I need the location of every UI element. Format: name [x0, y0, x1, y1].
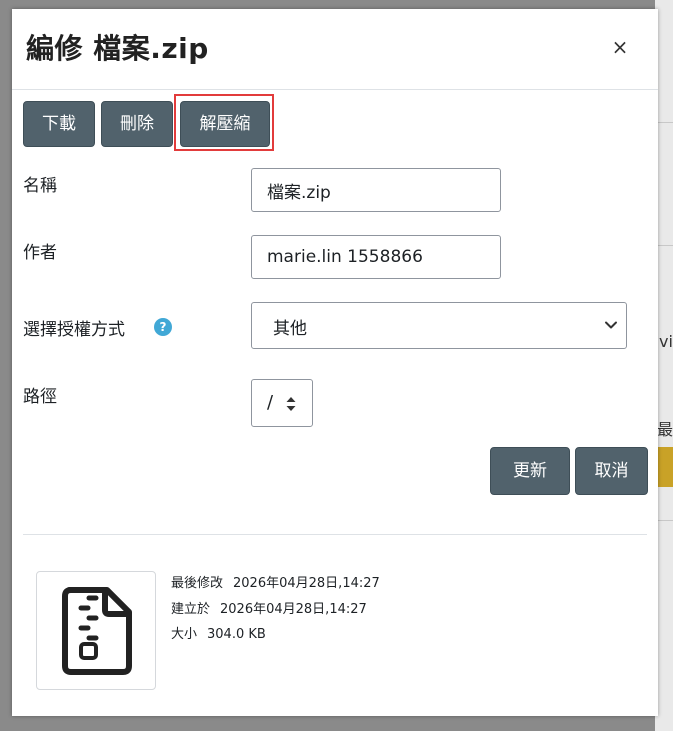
- modified-value: 2026年04月28日,14:27: [233, 576, 380, 591]
- modified-info: 最後修改 2026年04月28日,14:27: [171, 572, 380, 591]
- author-label: 作者: [23, 243, 57, 263]
- background-divider: [658, 245, 673, 246]
- download-button[interactable]: 下載: [23, 101, 95, 147]
- created-info: 建立於 2026年04月28日,14:27: [171, 598, 367, 617]
- path-label: 路徑: [23, 387, 57, 407]
- modified-label: 最後修改: [171, 576, 224, 591]
- update-button[interactable]: 更新: [490, 447, 570, 495]
- license-label: 選擇授權方式: [23, 320, 125, 340]
- dialog-title: 編修 檔案.zip: [26, 32, 209, 65]
- background-text-fragment: vi: [659, 332, 673, 351]
- created-value: 2026年04月28日,14:27: [220, 602, 367, 617]
- chevron-down-icon: [605, 321, 617, 329]
- created-label: 建立於: [171, 602, 211, 617]
- edit-file-dialog: 編修 檔案.zip × 下載 刪除 解壓縮 名稱 作者 選擇授權方式 ? 其他 …: [12, 9, 658, 716]
- help-icon[interactable]: ?: [154, 318, 172, 336]
- sort-arrows-icon: [286, 397, 296, 411]
- dialog-header: 編修 檔案.zip ×: [12, 9, 658, 90]
- author-input[interactable]: [251, 235, 501, 279]
- path-select-value: /: [267, 392, 274, 413]
- background-divider: [658, 520, 673, 521]
- name-input[interactable]: [251, 168, 501, 212]
- close-icon[interactable]: ×: [610, 35, 630, 59]
- name-label: 名稱: [23, 176, 57, 196]
- cancel-button[interactable]: 取消: [575, 447, 648, 495]
- size-label: 大小: [171, 627, 198, 642]
- background-text-fragment: 最: [657, 420, 673, 439]
- background-divider: [658, 122, 673, 123]
- unzip-highlight-box: [174, 94, 274, 151]
- zip-file-icon: [62, 587, 132, 675]
- delete-button[interactable]: 刪除: [101, 101, 173, 147]
- size-value: 304.0 KB: [207, 627, 266, 642]
- license-select-value: 其他: [273, 319, 307, 339]
- file-thumbnail: [36, 571, 156, 690]
- path-select[interactable]: /: [251, 379, 313, 427]
- section-divider: [23, 534, 647, 535]
- size-info: 大小 304.0 KB: [171, 623, 266, 642]
- license-select[interactable]: 其他: [251, 302, 627, 349]
